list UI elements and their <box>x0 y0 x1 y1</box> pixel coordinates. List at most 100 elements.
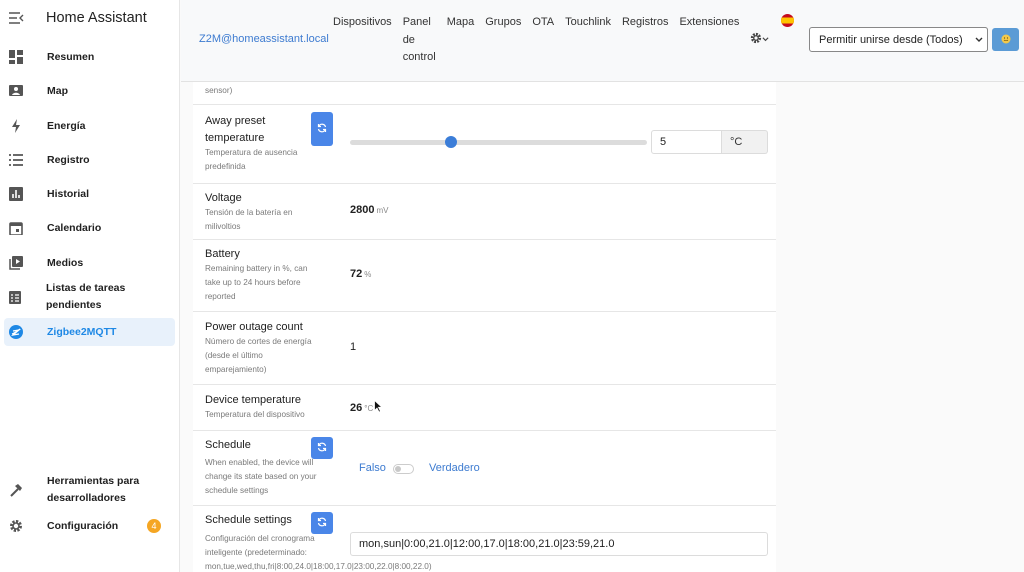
refresh-icon <box>317 120 327 138</box>
permit-join-dropdown[interactable] <box>970 27 988 52</box>
feature-description: When enabled, the device will change its … <box>205 458 317 495</box>
feature-row-power-outage: Power outage count Número de cortes de e… <box>193 312 776 385</box>
feature-name: Away preset temperature <box>205 115 266 144</box>
list-icon <box>8 152 24 168</box>
sidebar-item-resumen[interactable]: Resumen <box>4 43 175 71</box>
feature-description: Tensión de la batería en milivoltios <box>205 208 293 231</box>
feature-name: Schedule <box>205 439 251 451</box>
sidebar-item-historial[interactable]: Historial <box>4 180 175 208</box>
notification-badge: 4 <box>147 519 161 533</box>
nav-devices[interactable]: Dispositivos <box>333 14 392 67</box>
feature-description: Remaining battery in %, can take up to 24… <box>205 264 308 301</box>
feature-row-away-preset: Away preset temperature Temperatura de au… <box>193 105 776 184</box>
feature-description: Número de cortes de energía (desde el últ… <box>205 337 312 374</box>
toggle-false-label[interactable]: Falso <box>359 462 386 474</box>
spain-flag-icon[interactable] <box>781 14 795 27</box>
cog-icon <box>750 32 762 47</box>
sidebar: Home Assistant Resumen Map Energía Regis… <box>0 0 180 572</box>
app-title: Home Assistant <box>46 10 147 26</box>
sidebar-item-label: Listas de tareas pendientes <box>45 282 126 311</box>
away-temp-slider[interactable] <box>350 136 647 148</box>
nav-extensions[interactable]: Extensiones <box>679 14 739 67</box>
settings-dropdown[interactable] <box>750 13 769 67</box>
feature-name: Power outage count <box>205 321 303 333</box>
away-temp-unit: °C <box>722 130 768 154</box>
sidebar-item-label: Configuración <box>47 519 119 532</box>
feature-name: Voltage <box>205 192 242 204</box>
feature-value: 72% <box>350 268 372 280</box>
mouse-cursor-icon <box>374 399 384 418</box>
sidebar-item-registro[interactable]: Registro <box>4 146 175 174</box>
clipboard-icon <box>8 289 23 305</box>
nav-touchlink[interactable]: Touchlink <box>565 14 611 67</box>
permit-join-label: Permitir unirse desde (Todos) <box>819 33 963 46</box>
sidebar-item-label: Historial <box>47 187 90 200</box>
sidebar-item-label: Herramientas para desarrolladores <box>47 475 140 504</box>
sidebar-item-map[interactable]: Map <box>4 77 175 105</box>
main-nav: Dispositivos Panel de control Mapa Grupos … <box>333 13 795 67</box>
sidebar-item-configuracion[interactable]: Configuración 4 <box>4 512 175 540</box>
sidebar-item-label: Zigbee2MQTT <box>47 325 117 338</box>
smiley-icon <box>1001 31 1011 49</box>
toggle-true-label[interactable]: Verdadero <box>429 462 480 474</box>
sidebar-item-label: Calendario <box>47 221 102 234</box>
top-bar: Z2M@homeassistant.local Dispositivos Pan… <box>181 0 1024 82</box>
feature-value: 26 °C <box>350 402 374 414</box>
nav-ota[interactable]: OTA <box>532 14 554 67</box>
refresh-icon <box>317 439 327 457</box>
away-temp-input[interactable]: 5 <box>651 130 722 154</box>
sidebar-item-zigbee2mqtt[interactable]: Zigbee2MQTT <box>4 318 175 346</box>
hammer-icon <box>8 482 24 498</box>
chevron-down-icon <box>762 34 769 46</box>
feature-row-battery: Battery Remaining battery in %, can take … <box>193 240 776 312</box>
feature-row-schedule: Schedule When enabled, the device will ch… <box>193 431 776 506</box>
sidebar-item-label: Medios <box>47 256 84 269</box>
host-link[interactable]: Z2M@homeassistant.local <box>199 33 329 45</box>
map-icon <box>8 83 24 99</box>
sidebar-item-dev-tools[interactable]: Herramientas para desarrolladores <box>4 471 175 509</box>
refresh-button[interactable] <box>311 112 333 146</box>
calendar-icon <box>8 220 24 236</box>
refresh-button[interactable] <box>311 437 333 459</box>
sidebar-item-label: Resumen <box>47 50 95 63</box>
sidebar-header: Home Assistant <box>0 0 179 36</box>
feature-row-schedule-settings: Schedule settings Configuración del cron… <box>193 506 776 572</box>
feature-name: Battery <box>205 248 240 260</box>
menu-collapse-icon[interactable] <box>8 10 24 26</box>
feature-description: sensor) <box>205 86 233 95</box>
feature-value: 2800 mV <box>350 204 389 216</box>
nav-dashboard[interactable]: Panel de control <box>403 14 436 67</box>
schedule-toggle[interactable] <box>393 464 414 474</box>
feature-row-voltage: Voltage Tensión de la batería en milivolt… <box>193 184 776 240</box>
gear-icon <box>8 518 24 534</box>
sidebar-item-energia[interactable]: Energía <box>4 112 175 140</box>
sidebar-item-label: Registro <box>47 153 90 166</box>
sidebar-item-medios[interactable]: Medios <box>4 249 175 277</box>
exposes-card: sensor) Away preset temperature Temperatu… <box>193 82 776 572</box>
schedule-settings-input[interactable]: mon,sun|0:00,21.0|12:00,17.0|18:00,21.0|… <box>350 532 768 556</box>
nav-logs[interactable]: Registros <box>622 14 668 67</box>
feature-description: Temperatura de ausencia predefinida <box>205 148 298 171</box>
chevron-down-icon <box>975 31 983 49</box>
permit-join-select[interactable]: Permitir unirse desde (Todos) <box>809 27 988 52</box>
toggle-knob <box>395 466 401 472</box>
refresh-icon <box>317 514 327 532</box>
permit-join-button[interactable] <box>992 28 1019 51</box>
slider-thumb[interactable] <box>444 136 457 148</box>
nav-groups[interactable]: Grupos <box>485 14 521 67</box>
feature-name: Device temperature <box>205 394 301 406</box>
sidebar-item-tareas[interactable]: Listas de tareas pendientes <box>4 282 175 311</box>
feature-name: Schedule settings <box>205 514 292 526</box>
refresh-button[interactable] <box>311 512 333 534</box>
sidebar-item-label: Map <box>47 84 68 97</box>
chart-icon <box>8 186 24 202</box>
sidebar-item-calendario[interactable]: Calendario <box>4 214 175 242</box>
feature-value: 1 <box>350 341 357 353</box>
feature-description: Temperatura del dispositivo <box>205 410 305 419</box>
feature-row-previous: sensor) <box>193 82 776 105</box>
nav-map[interactable]: Mapa <box>447 14 475 67</box>
sidebar-item-label: Energía <box>47 119 86 132</box>
feature-row-device-temp: Device temperature Temperatura del dispo… <box>193 385 776 431</box>
lightning-icon <box>8 118 24 134</box>
dashboard-icon <box>8 49 24 65</box>
